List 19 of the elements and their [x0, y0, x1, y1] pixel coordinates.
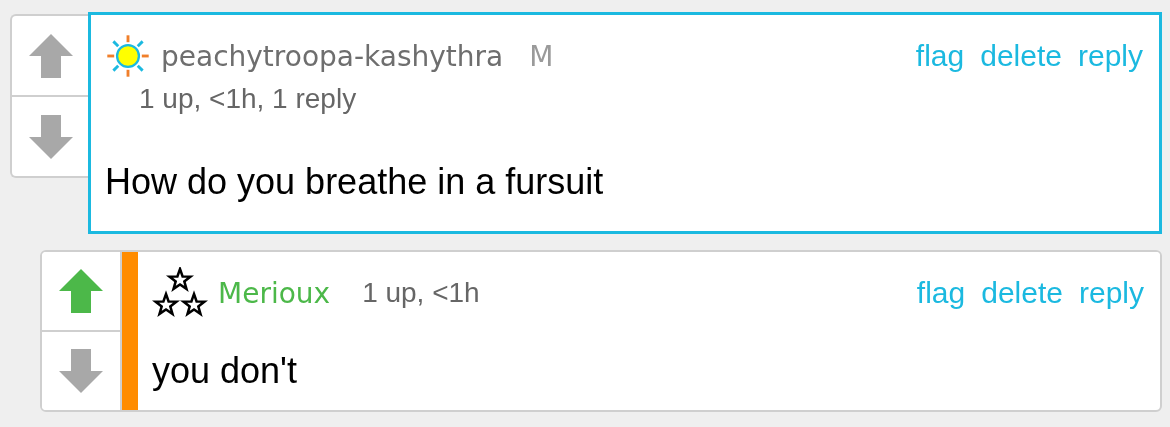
comment-meta: 1 up, <1h [362, 277, 480, 309]
comment-text: you don't [152, 350, 298, 392]
delete-link[interactable]: delete [980, 39, 1062, 73]
comment-text: How do you breathe in a fursuit [105, 161, 605, 203]
flag-link[interactable]: flag [916, 276, 966, 310]
downvote-icon[interactable] [57, 347, 105, 395]
reply-link[interactable]: reply [1078, 276, 1144, 310]
user-tag: M [529, 39, 554, 73]
upvote-icon[interactable] [27, 31, 75, 80]
downvote-icon[interactable] [27, 112, 75, 161]
username[interactable]: Merioux [218, 276, 331, 310]
stars-icon [152, 267, 208, 319]
reply-link[interactable]: reply [1077, 39, 1143, 73]
comment-meta: 1 up, <1h, 1 reply [139, 83, 357, 114]
upvote-icon[interactable] [57, 267, 105, 315]
flag-link[interactable]: flag [915, 39, 965, 73]
username[interactable]: peachytroopa-kashythra [161, 39, 504, 73]
sun-icon [105, 33, 151, 79]
delete-link[interactable]: delete [981, 276, 1063, 310]
